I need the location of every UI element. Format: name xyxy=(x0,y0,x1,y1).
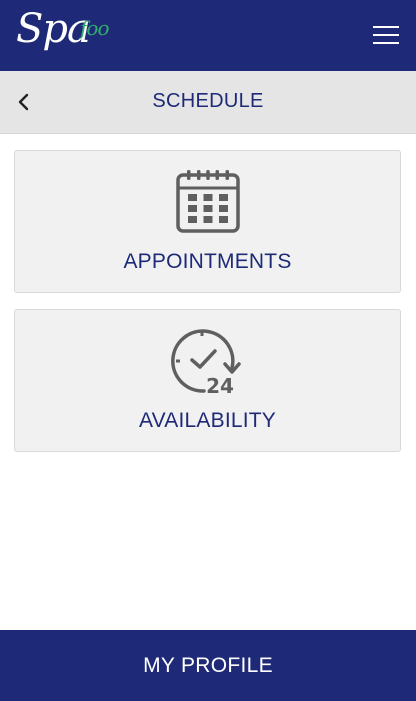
appointments-card[interactable]: APPOINTMENTS xyxy=(14,150,401,293)
hamburger-menu-icon[interactable] xyxy=(373,26,399,46)
my-profile-button[interactable]: MY PROFILE xyxy=(0,630,416,701)
clock-24-text: 24 xyxy=(206,374,234,396)
schedule-subheader: SCHEDULE xyxy=(0,71,416,134)
appointments-label: APPOINTMENTS xyxy=(123,250,292,273)
spafoo-logo[interactable]: Spa foo xyxy=(16,6,112,62)
page-title: SCHEDULE xyxy=(152,90,264,112)
top-app-bar: Spa foo xyxy=(0,0,416,71)
logo-text-main: Spa xyxy=(16,6,91,52)
clock-24-icon: 24 xyxy=(170,329,241,396)
logo-text-accent: foo xyxy=(80,16,110,40)
calendar-icon xyxy=(175,170,240,233)
my-profile-label: MY PROFILE xyxy=(143,653,273,677)
availability-label: AVAILABILITY xyxy=(138,409,276,432)
availability-card[interactable]: 24 AVAILABILITY xyxy=(14,309,401,452)
